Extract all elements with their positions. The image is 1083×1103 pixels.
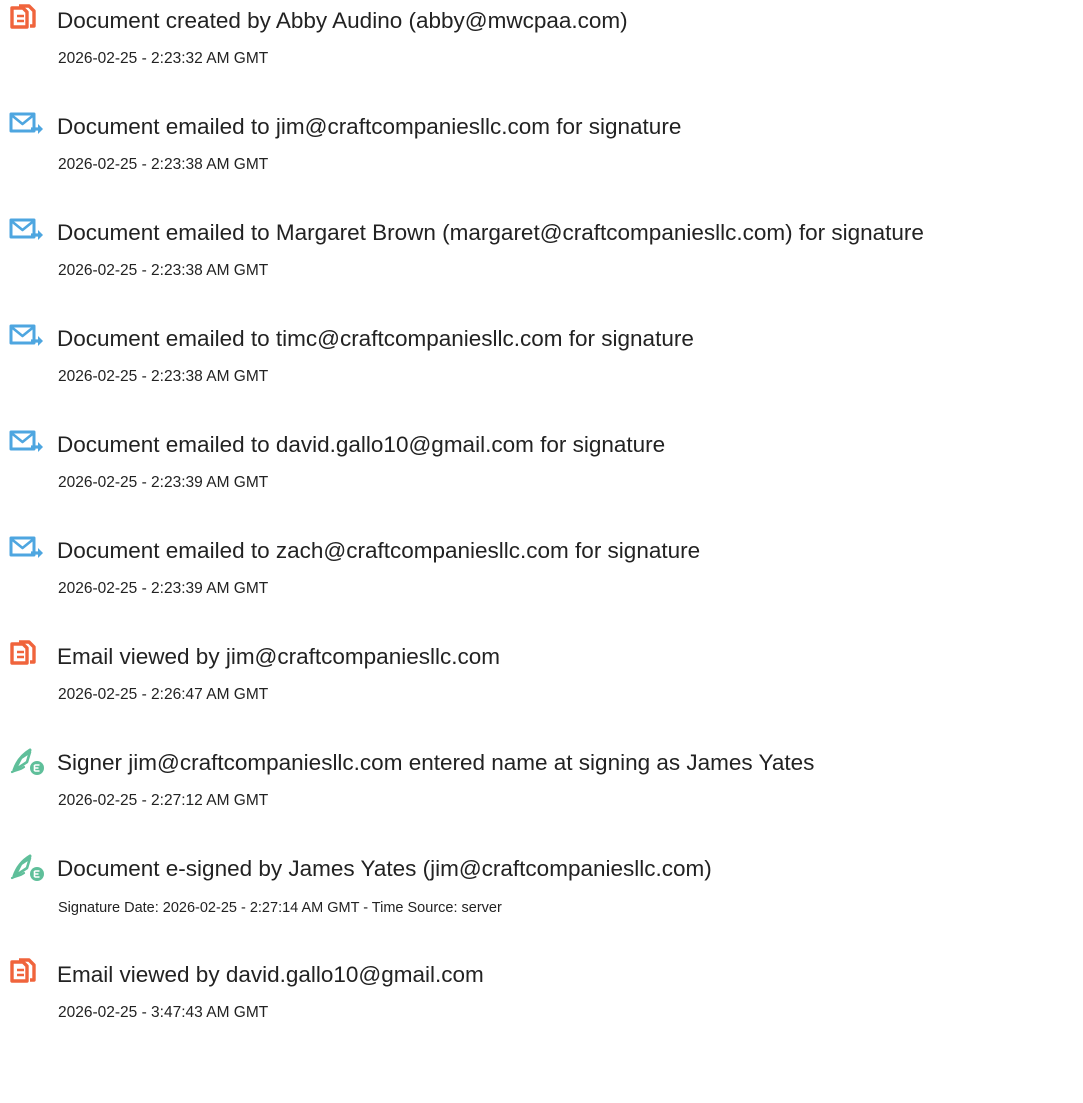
event-timestamp: 2026-02-25 - 2:23:38 AM GMT — [58, 262, 269, 279]
email-sent-icon — [8, 108, 48, 140]
email-sent-icon — [8, 214, 48, 246]
document-viewed-icon — [8, 638, 48, 670]
audit-event: Document emailed to zach@craftcompaniesl… — [0, 530, 1083, 620]
event-title: Email viewed by david.gallo10@gmail.com — [57, 962, 484, 987]
event-timestamp: 2026-02-25 - 2:23:32 AM GMT — [58, 50, 269, 67]
event-title: Document emailed to zach@craftcompaniesl… — [57, 538, 701, 563]
audit-event: Document emailed to david.gallo10@gmail.… — [0, 424, 1083, 514]
event-timestamp: 2026-02-25 - 2:27:12 AM GMT — [58, 792, 269, 809]
audit-event: Document created by Abby Audino (abby@mw… — [0, 0, 1083, 90]
audit-event: Document emailed to Margaret Brown (marg… — [0, 212, 1083, 302]
document-viewed-icon — [8, 956, 48, 988]
document-created-icon — [8, 2, 48, 34]
event-title: Document emailed to jim@craftcompaniesll… — [57, 114, 682, 139]
esign-pen-icon — [8, 744, 48, 776]
event-title: Email viewed by jim@craftcompaniesllc.co… — [57, 644, 500, 669]
audit-event: Email viewed by david.gallo10@gmail.com … — [0, 954, 1083, 1044]
event-timestamp: 2026-02-25 - 2:23:38 AM GMT — [58, 156, 269, 173]
event-timestamp: 2026-02-25 - 2:23:38 AM GMT — [58, 368, 269, 385]
event-title: Document emailed to timc@craftcompaniesl… — [57, 326, 694, 351]
email-sent-icon — [8, 320, 48, 352]
event-title: Document emailed to Margaret Brown (marg… — [57, 220, 924, 245]
event-timestamp: 2026-02-25 - 3:47:43 AM GMT — [58, 1004, 269, 1021]
email-sent-icon — [8, 426, 48, 458]
signature-date: Signature Date: 2026-02-25 - 2:27:14 AM … — [58, 900, 502, 916]
event-title: Document e-signed by James Yates (jim@cr… — [57, 856, 712, 881]
audit-event: Email viewed by jim@craftcompaniesllc.co… — [0, 636, 1083, 726]
event-title: Document emailed to david.gallo10@gmail.… — [57, 432, 666, 457]
event-timestamp: 2026-02-25 - 2:23:39 AM GMT — [58, 474, 269, 491]
event-timestamp: 2026-02-25 - 2:26:47 AM GMT — [58, 686, 269, 703]
event-title: Document created by Abby Audino (abby@mw… — [57, 8, 628, 33]
audit-event: Document emailed to timc@craftcompaniesl… — [0, 318, 1083, 408]
audit-event: Document emailed to jim@craftcompaniesll… — [0, 106, 1083, 196]
audit-event: Document e-signed by James Yates (jim@cr… — [0, 848, 1083, 938]
event-timestamp: 2026-02-25 - 2:23:39 AM GMT — [58, 580, 269, 597]
audit-event: Signer jim@craftcompaniesllc.com entered… — [0, 742, 1083, 832]
email-sent-icon — [8, 532, 48, 564]
esign-pen-icon — [8, 850, 48, 882]
event-title: Signer jim@craftcompaniesllc.com entered… — [57, 750, 815, 775]
